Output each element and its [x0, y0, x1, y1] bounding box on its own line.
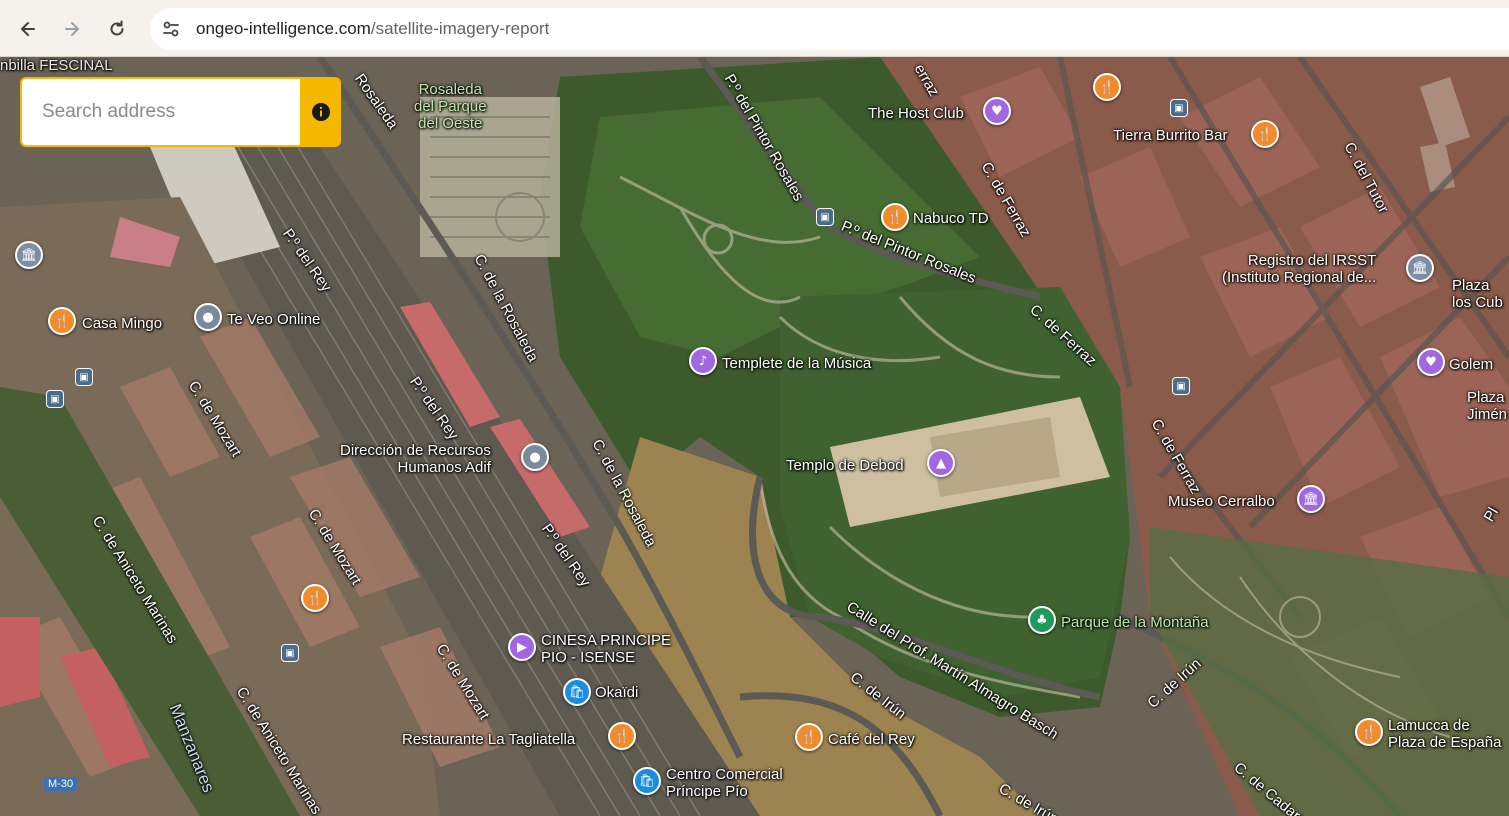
monument-icon[interactable]: ▲ — [927, 449, 955, 477]
satellite-map[interactable]: Rosaleda P.º del Pintor Rosales erraz P.… — [0, 57, 1509, 816]
transit-stop-icon[interactable]: ▣ — [75, 368, 93, 386]
place-label: CINESA PRINCIPE PIO - ISENSE — [541, 632, 672, 666]
place-label: Lamucca de Plaza de España — [1388, 717, 1502, 751]
restaurant-icon[interactable]: 🍴 — [1093, 73, 1121, 101]
place-label: Plaza Jimén — [1467, 389, 1508, 423]
url-domain: ongeo-intelligence.com — [196, 19, 371, 38]
government-icon[interactable]: 🏛 — [1406, 254, 1434, 282]
place-label: Centro Comercial Príncipe Pío — [666, 766, 783, 800]
place-label: Plaza los Cub — [1452, 277, 1503, 311]
back-arrow-icon[interactable] — [13, 14, 43, 44]
place-label: Museo Cerralbo — [1168, 493, 1275, 510]
site-settings-icon[interactable] — [160, 18, 182, 40]
info-icon — [311, 103, 330, 121]
place-label: Templete de la Música — [722, 355, 872, 372]
restaurant-icon[interactable]: 🍴 — [608, 722, 636, 750]
transit-stop-icon[interactable]: ▣ — [281, 644, 299, 662]
transit-stop-icon[interactable]: ▣ — [1172, 377, 1190, 395]
place-label: Rosaleda del Parque del Oeste — [414, 81, 487, 132]
address-bar[interactable]: ongeo-intelligence.com/satellite-imagery… — [150, 8, 1509, 50]
nightclub-icon[interactable]: ♥ — [983, 97, 1011, 125]
restaurant-icon[interactable]: 🍴 — [795, 723, 823, 751]
shopping-icon[interactable]: 🛍 — [633, 767, 661, 795]
place-label: Tierra Burrito Bar — [1113, 127, 1228, 144]
transit-stop-icon[interactable]: ▣ — [46, 390, 64, 408]
place-label: Parque de la Montaña — [1061, 614, 1209, 631]
shopping-icon[interactable]: 🛍 — [563, 678, 591, 706]
browser-toolbar: ongeo-intelligence.com/satellite-imagery… — [0, 0, 1509, 57]
music-venue-icon[interactable]: ♪ — [689, 347, 717, 375]
place-label: Café del Rey — [828, 731, 915, 748]
highway-shield: M-30 — [44, 777, 78, 791]
venue-icon[interactable]: ♥ — [1417, 348, 1445, 376]
transit-stop-icon[interactable]: ▣ — [1170, 99, 1188, 117]
museum-icon[interactable]: 🏛 — [1297, 485, 1325, 513]
place-label: Registro del IRSST (Instituto Regional d… — [1222, 252, 1377, 286]
search-input[interactable] — [22, 79, 298, 145]
restaurant-icon[interactable]: 🍴 — [1355, 718, 1383, 746]
place-label: Dirección de Recursos Humanos Adif — [340, 442, 491, 476]
url-path: /satellite-imagery-report — [370, 19, 550, 38]
place-label: Restaurante La Tagliatella — [402, 731, 576, 748]
cinema-icon[interactable]: ▶ — [508, 633, 536, 661]
restaurant-icon[interactable]: 🍴 — [1251, 120, 1279, 148]
restaurant-icon[interactable]: 🍴 — [48, 307, 76, 335]
restaurant-icon[interactable]: 🍴 — [881, 203, 909, 231]
place-label: Golem — [1449, 356, 1494, 373]
info-button[interactable] — [300, 77, 341, 147]
place-label: Okaïdi — [595, 684, 639, 701]
government-icon[interactable]: 🏛 — [15, 241, 43, 269]
transit-stop-icon[interactable]: ▣ — [816, 208, 834, 226]
place-label: nbilla FESCINAL — [0, 57, 113, 74]
location-pin-icon[interactable]: ● — [521, 443, 549, 471]
place-label: Nabuco TD — [913, 210, 989, 227]
place-label: Templo de Debod — [786, 457, 904, 474]
url-text: ongeo-intelligence.com/satellite-imagery… — [196, 19, 549, 39]
place-label: Casa Mingo — [82, 315, 163, 332]
park-icon[interactable]: ♣ — [1028, 606, 1056, 634]
place-label: The Host Club — [868, 105, 964, 122]
search-box — [20, 77, 300, 147]
restaurant-icon[interactable]: 🍴 — [301, 584, 329, 612]
location-pin-icon[interactable]: ● — [194, 303, 222, 331]
place-label: Te Veo Online — [227, 311, 321, 328]
reload-icon[interactable] — [102, 14, 132, 44]
forward-arrow-icon[interactable] — [57, 14, 87, 44]
